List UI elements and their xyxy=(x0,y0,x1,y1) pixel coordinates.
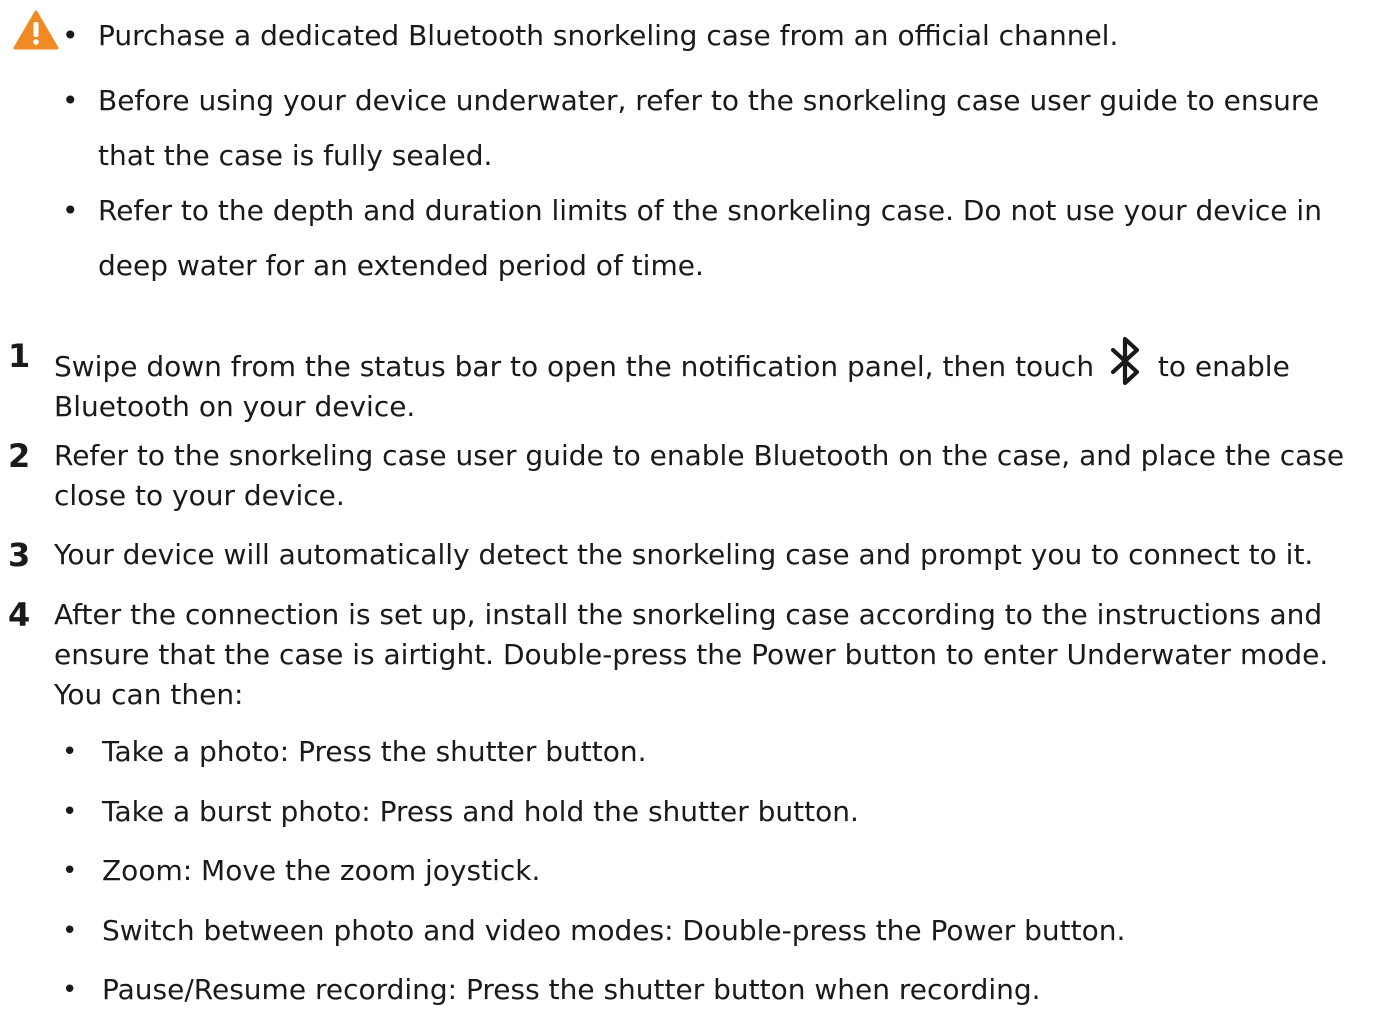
step-text: Refer to the snorkeling case user guide … xyxy=(54,439,1345,512)
warning-item: Before using your device underwater, ref… xyxy=(98,84,1320,172)
step-text-before: Swipe down from the status bar to open t… xyxy=(54,350,1095,383)
sub-bullet: • xyxy=(62,856,78,886)
step-number: 4 xyxy=(8,596,31,634)
step-number: 1 xyxy=(8,337,31,375)
sub-bullet: • xyxy=(62,975,78,1005)
warning-item: Purchase a dedicated Bluetooth snorkelin… xyxy=(98,19,1119,52)
step-text: Swipe down from the status bar to open t… xyxy=(54,336,1372,427)
step-number: 2 xyxy=(8,437,31,475)
warning-bullet: • xyxy=(62,84,79,117)
warning-bullet: • xyxy=(62,19,79,52)
step-number: 3 xyxy=(8,536,31,574)
warning-item: Refer to the depth and duration limits o… xyxy=(98,194,1322,282)
step-text: Your device will automatically detect th… xyxy=(54,538,1314,571)
sub-bullet: • xyxy=(62,737,78,767)
sub-item: Pause/Resume recording: Press the shutte… xyxy=(102,973,1041,1006)
warning-icon xyxy=(13,10,59,50)
bluetooth-icon xyxy=(1110,336,1140,386)
step-text: After the connection is set up, install … xyxy=(54,598,1329,711)
warning-bullet: • xyxy=(62,194,79,227)
sub-bullet: • xyxy=(62,797,78,827)
sub-item: Take a photo: Press the shutter button. xyxy=(102,735,647,768)
sub-item: Zoom: Move the zoom joystick. xyxy=(102,854,541,887)
sub-item: Switch between photo and video modes: Do… xyxy=(102,914,1126,947)
sub-bullet: • xyxy=(62,916,78,946)
sub-item: Take a burst photo: Press and hold the s… xyxy=(102,795,859,828)
